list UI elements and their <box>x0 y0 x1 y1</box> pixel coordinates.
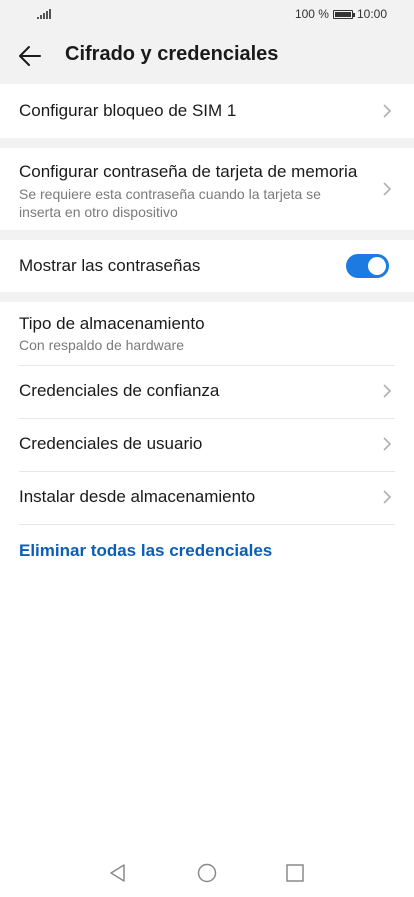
sim-lock-item[interactable]: Configurar bloqueo de SIM 1 <box>0 84 414 138</box>
memory-card-password-item[interactable]: Configurar contraseña de tarjeta de memo… <box>0 148 414 230</box>
trusted-credentials-title: Credenciales de confianza <box>19 381 220 400</box>
chevron-right-icon <box>383 490 392 504</box>
section-gap <box>0 230 414 240</box>
signal-icon <box>37 9 51 19</box>
system-nav-bar <box>0 849 414 897</box>
memory-card-password-subtitle: Se requiere esta contraseña cuando la ta… <box>19 186 321 220</box>
user-credentials-title: Credenciales de usuario <box>19 434 203 453</box>
storage-type-subtitle: Con respaldo de hardware <box>19 337 184 353</box>
nav-recents-icon[interactable] <box>285 863 305 883</box>
chevron-right-icon <box>383 384 392 398</box>
clock: 10:00 <box>356 7 387 21</box>
trusted-credentials-item[interactable]: Credenciales de confianza <box>0 365 414 418</box>
chevron-right-icon <box>383 182 392 196</box>
storage-type-title: Tipo de almacenamiento <box>19 314 205 333</box>
clear-credentials-link[interactable]: Eliminar todas las credenciales <box>19 541 370 561</box>
show-passwords-title: Mostrar las contraseñas <box>19 256 201 275</box>
nav-back-icon[interactable] <box>108 863 128 883</box>
settings-group-memory-card: Configurar contraseña de tarjeta de memo… <box>0 148 414 230</box>
section-gap <box>0 138 414 148</box>
settings-group-credentials: Tipo de almacenamiento Con respaldo de h… <box>0 302 414 582</box>
toggle-knob <box>368 257 386 275</box>
show-passwords-toggle[interactable] <box>346 254 389 278</box>
settings-group-sim: Configurar bloqueo de SIM 1 <box>0 84 414 138</box>
sim-lock-title: Configurar bloqueo de SIM 1 <box>19 101 237 120</box>
section-gap <box>0 292 414 302</box>
install-from-storage-title: Instalar desde almacenamiento <box>19 487 256 506</box>
page-title: Cifrado y credenciales <box>65 43 279 65</box>
chevron-right-icon <box>383 104 392 118</box>
chevron-right-icon <box>383 437 392 451</box>
show-passwords-item[interactable]: Mostrar las contraseñas <box>0 240 414 292</box>
settings-group-passwords: Mostrar las contraseñas <box>0 240 414 292</box>
install-from-storage-item[interactable]: Instalar desde almacenamiento <box>0 471 414 524</box>
clear-credentials-item[interactable]: Eliminar todas las credenciales <box>0 524 414 580</box>
memory-card-password-title: Configurar contraseña de tarjeta de memo… <box>19 162 358 181</box>
app-bar: Cifrado y credenciales <box>0 28 414 84</box>
battery-icon <box>332 9 355 19</box>
status-right: 100 % 10:00 <box>295 7 387 21</box>
back-arrow-icon[interactable] <box>16 42 44 70</box>
status-bar: 100 % 10:00 <box>0 0 414 28</box>
nav-home-icon[interactable] <box>197 863 217 883</box>
battery-percent: 100 % <box>294 7 329 21</box>
storage-type-item[interactable]: Tipo de almacenamiento Con respaldo de h… <box>0 302 414 365</box>
user-credentials-item[interactable]: Credenciales de usuario <box>0 418 414 471</box>
